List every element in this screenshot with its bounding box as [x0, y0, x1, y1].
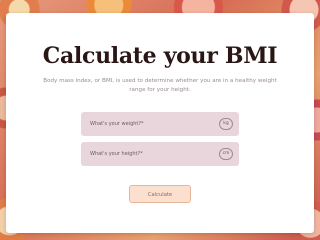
weight-unit-badge: kg — [219, 118, 233, 130]
calculate-button[interactable]: Calculate — [129, 185, 191, 203]
weight-input[interactable]: What's your weight?* kg — [81, 112, 239, 136]
height-unit-badge: cm — [219, 148, 233, 160]
page-title: Calculate your BMI — [42, 43, 278, 69]
bmi-card: Calculate your BMI Body mass index, or B… — [6, 13, 314, 233]
weight-input-placeholder: What's your weight?* — [90, 121, 144, 127]
page-subtitle: Body mass index, or BMI, is used to dete… — [43, 78, 277, 93]
height-input-placeholder: What's your height?* — [90, 151, 143, 157]
height-input[interactable]: What's your height?* cm — [81, 142, 239, 166]
